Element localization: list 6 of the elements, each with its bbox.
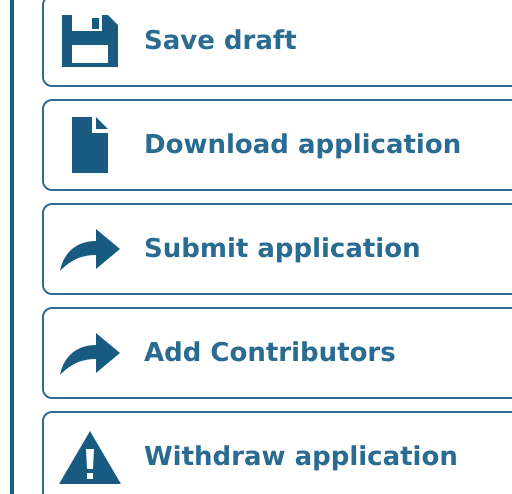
action-button[interactable]: Submit application bbox=[42, 203, 512, 295]
action-button[interactable]: Add Contributors bbox=[42, 307, 512, 399]
action-button[interactable]: Download application bbox=[42, 99, 512, 191]
action-button[interactable]: Save draft bbox=[42, 0, 512, 87]
action-button[interactable]: Withdraw application bbox=[42, 411, 512, 494]
warning-icon bbox=[58, 429, 122, 485]
